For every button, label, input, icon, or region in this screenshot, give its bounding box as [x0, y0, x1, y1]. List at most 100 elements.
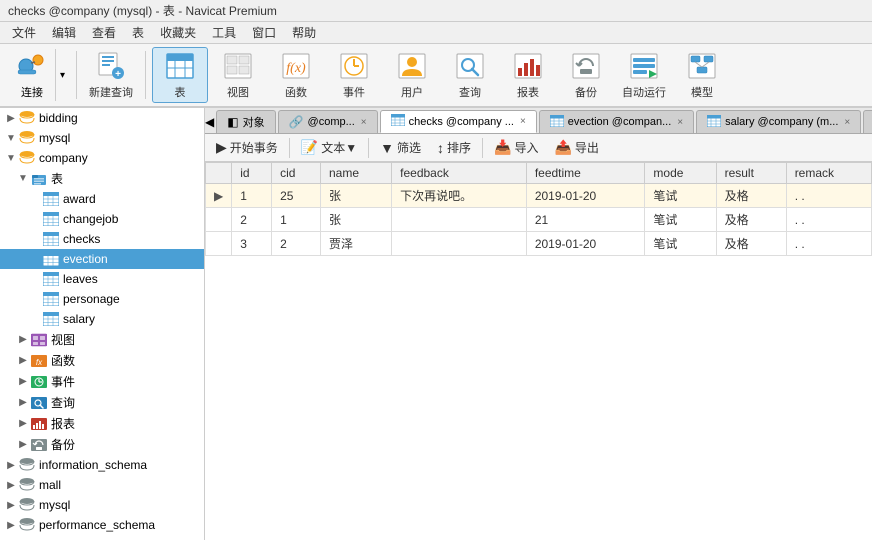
- query-button[interactable]: 查询: [442, 47, 498, 103]
- col-feedtime[interactable]: feedtime: [526, 163, 645, 184]
- cell-name-3[interactable]: 贾泽: [321, 232, 392, 256]
- model-button[interactable]: 模型: [674, 47, 730, 103]
- tree-toggle-mysql-top[interactable]: ▼: [4, 131, 18, 145]
- cell-result-1[interactable]: 及格: [716, 184, 786, 208]
- cell-feedtime-3[interactable]: 2019-01-20: [526, 232, 645, 256]
- table-row[interactable]: ▶ 1 25 张 下次再说吧。 2019-01-20 笔试 及格 . .: [206, 184, 872, 208]
- cell-feedtime-1[interactable]: 2019-01-20: [526, 184, 645, 208]
- sidebar-item-mysql-top[interactable]: ▼ mysql: [0, 128, 204, 148]
- sidebar-item-backup-folder[interactable]: ▶ 备份: [0, 434, 204, 455]
- new-query-button[interactable]: + 新建查询: [83, 47, 139, 103]
- tree-toggle-company[interactable]: ▼: [4, 151, 18, 165]
- menu-favorites[interactable]: 收藏夹: [152, 22, 204, 43]
- cell-id-3[interactable]: 3: [232, 232, 272, 256]
- tab-nav-left[interactable]: ◀: [205, 111, 214, 133]
- connect-dropdown-arrow[interactable]: ▾: [55, 49, 69, 101]
- sidebar-item-award[interactable]: ▶ award: [0, 189, 204, 209]
- tree-toggle-perf-schema[interactable]: ▶: [4, 518, 18, 532]
- sort-button[interactable]: ↕ 排序: [430, 137, 478, 159]
- sidebar-item-bidding[interactable]: ▶ bidding: [0, 108, 204, 128]
- sidebar-item-changejob[interactable]: ▶ changejob: [0, 209, 204, 229]
- sidebar-item-report-folder[interactable]: ▶ 报表: [0, 413, 204, 434]
- tab-person[interactable]: person... ×: [863, 110, 872, 133]
- cell-feedback-1[interactable]: 下次再说吧。: [392, 184, 527, 208]
- cell-remack-3[interactable]: . .: [786, 232, 871, 256]
- col-remack[interactable]: remack: [786, 163, 871, 184]
- col-id[interactable]: id: [232, 163, 272, 184]
- col-feedback[interactable]: feedback: [392, 163, 527, 184]
- tree-toggle-backup-folder[interactable]: ▶: [16, 438, 30, 452]
- tree-toggle-table-folder[interactable]: ▼: [16, 172, 30, 186]
- tab-salary-close[interactable]: ×: [844, 117, 850, 128]
- event-button[interactable]: 事件: [326, 47, 382, 103]
- report-button[interactable]: 报表: [500, 47, 556, 103]
- tree-toggle-mall[interactable]: ▶: [4, 478, 18, 492]
- filter-button[interactable]: ▼ 筛选: [373, 137, 428, 159]
- cell-remack-2[interactable]: . .: [786, 208, 871, 232]
- col-name[interactable]: name: [321, 163, 392, 184]
- cell-result-3[interactable]: 及格: [716, 232, 786, 256]
- sidebar-item-checks[interactable]: ▶ checks: [0, 229, 204, 249]
- sidebar-item-company[interactable]: ▼ company: [0, 148, 204, 168]
- sidebar-item-view-folder[interactable]: ▶ 视图: [0, 329, 204, 350]
- cell-name-2[interactable]: 张: [321, 208, 392, 232]
- cell-cid-1[interactable]: 25: [272, 184, 321, 208]
- cell-cid-3[interactable]: 2: [272, 232, 321, 256]
- sidebar-item-leaves[interactable]: ▶ leaves: [0, 269, 204, 289]
- cell-remack-1[interactable]: . .: [786, 184, 871, 208]
- autorun-button[interactable]: 自动运行: [616, 47, 672, 103]
- sidebar-item-mysql-bottom[interactable]: ▶ mysql: [0, 495, 204, 515]
- tab-checks[interactable]: checks @company ... ×: [380, 110, 537, 133]
- begin-transaction-button[interactable]: ▶ 开始事务: [209, 137, 285, 159]
- function-button[interactable]: f(x) 函数: [268, 47, 324, 103]
- cell-id-2[interactable]: 2: [232, 208, 272, 232]
- tree-toggle-bidding[interactable]: ▶: [4, 111, 18, 125]
- sidebar-item-mall[interactable]: ▶ mall: [0, 475, 204, 495]
- sidebar-item-personage[interactable]: ▶ personage: [0, 289, 204, 309]
- col-result[interactable]: result: [716, 163, 786, 184]
- col-cid[interactable]: cid: [272, 163, 321, 184]
- tree-toggle-query-folder[interactable]: ▶: [16, 396, 30, 410]
- cell-feedback-3[interactable]: [392, 232, 527, 256]
- text-button[interactable]: 📝 文本▼: [294, 137, 364, 159]
- tree-toggle-report-folder[interactable]: ▶: [16, 417, 30, 431]
- cell-mode-2[interactable]: 笔试: [645, 208, 716, 232]
- sidebar-item-func-folder[interactable]: ▶ fx 函数: [0, 350, 204, 371]
- menu-edit[interactable]: 编辑: [44, 22, 84, 43]
- cell-feedback-2[interactable]: [392, 208, 527, 232]
- tree-toggle-func-folder[interactable]: ▶: [16, 354, 30, 368]
- menu-view[interactable]: 查看: [84, 22, 124, 43]
- tree-toggle-info-schema[interactable]: ▶: [4, 458, 18, 472]
- cell-id-1[interactable]: 1: [232, 184, 272, 208]
- table-button[interactable]: 表: [152, 47, 208, 103]
- cell-mode-1[interactable]: 笔试: [645, 184, 716, 208]
- sidebar-item-evection[interactable]: ▶ evection: [0, 249, 204, 269]
- sidebar-item-event-folder[interactable]: ▶ 事件: [0, 371, 204, 392]
- menu-file[interactable]: 文件: [4, 22, 44, 43]
- cell-name-1[interactable]: 张: [321, 184, 392, 208]
- sidebar-item-query-folder[interactable]: ▶ 查询: [0, 392, 204, 413]
- tab-object[interactable]: ◧ 对象: [216, 110, 275, 133]
- table-row[interactable]: 2 1 张 21 笔试 及格 . .: [206, 208, 872, 232]
- sidebar-item-performance-schema[interactable]: ▶ performance_schema: [0, 515, 204, 535]
- cell-cid-2[interactable]: 1: [272, 208, 321, 232]
- menu-tools[interactable]: 工具: [204, 22, 244, 43]
- table-row[interactable]: 3 2 贾泽 2019-01-20 笔试 及格 . .: [206, 232, 872, 256]
- sidebar-item-table-folder[interactable]: ▼ 表: [0, 168, 204, 189]
- export-button[interactable]: 📤 导出: [547, 137, 605, 159]
- tree-toggle-view-folder[interactable]: ▶: [16, 333, 30, 347]
- tab-checks-close[interactable]: ×: [520, 116, 526, 127]
- sidebar-item-salary[interactable]: ▶ salary: [0, 309, 204, 329]
- cell-feedtime-2[interactable]: 21: [526, 208, 645, 232]
- tab-evection[interactable]: evection @compan... ×: [539, 110, 694, 133]
- user-button[interactable]: 用户: [384, 47, 440, 103]
- import-button[interactable]: 📥 导入: [487, 137, 545, 159]
- menu-table[interactable]: 表: [124, 22, 152, 43]
- backup-button[interactable]: 备份: [558, 47, 614, 103]
- tree-toggle-event-folder[interactable]: ▶: [16, 375, 30, 389]
- cell-mode-3[interactable]: 笔试: [645, 232, 716, 256]
- sidebar-item-information-schema[interactable]: ▶ information_schema: [0, 455, 204, 475]
- cell-result-2[interactable]: 及格: [716, 208, 786, 232]
- view-button[interactable]: 视图: [210, 47, 266, 103]
- tree-toggle-mysql-bottom[interactable]: ▶: [4, 498, 18, 512]
